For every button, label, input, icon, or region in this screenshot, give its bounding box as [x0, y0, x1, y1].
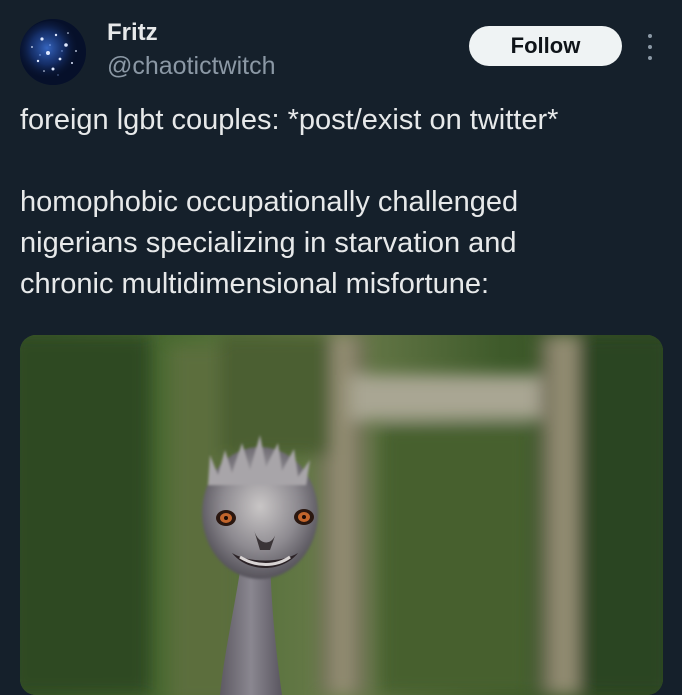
user-handle[interactable]: @chaotictwitch	[107, 52, 276, 81]
display-name[interactable]: Fritz	[107, 19, 158, 47]
tweet-text: foreign lgbt couples: *post/exist on twi…	[20, 100, 660, 305]
more-dot	[648, 56, 652, 60]
tweet-text-line: foreign lgbt couples: *post/exist on twi…	[20, 104, 559, 136]
emu-photo-image	[20, 335, 663, 695]
more-dot	[648, 45, 652, 49]
tweet-media-photo[interactable]	[20, 335, 663, 695]
starry-night-avatar-icon	[20, 19, 86, 85]
tweet-text-blank-line	[20, 141, 660, 182]
tweet-text-line: homophobic occupationally challenged	[20, 186, 519, 218]
tweet-text-line: chronic multidimensional misfortune:	[20, 268, 490, 300]
more-dot	[648, 34, 652, 38]
more-options-icon[interactable]	[638, 34, 662, 60]
tweet-text-line: nigerians specializing in starvation and	[20, 227, 517, 259]
avatar[interactable]	[20, 19, 86, 85]
tweet-header: Fritz @chaotictwitch Follow	[0, 0, 682, 100]
follow-button[interactable]: Follow	[469, 26, 622, 66]
